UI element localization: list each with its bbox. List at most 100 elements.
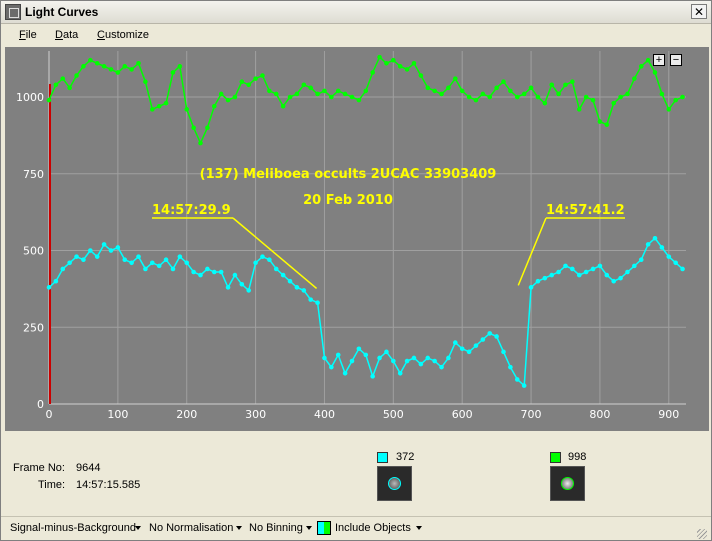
data-point: [542, 100, 548, 106]
data-point: [143, 266, 148, 272]
data-point: [563, 263, 568, 269]
data-point: [370, 374, 375, 379]
data-point: [439, 364, 444, 370]
normalisation-dropdown[interactable]: No Normalisation: [149, 522, 233, 534]
data-point: [294, 285, 300, 290]
data-point: [514, 377, 520, 382]
data-point: [377, 54, 382, 60]
data-point: [570, 79, 575, 84]
title-bar[interactable]: Light Curves ✕: [1, 1, 711, 24]
data-point: [232, 94, 238, 100]
data-point: [411, 60, 417, 66]
data-point: [46, 285, 52, 290]
annotation-date: 20 Feb 2010: [303, 193, 393, 208]
zoom-in-button[interactable]: +: [653, 54, 665, 66]
data-point: [267, 257, 272, 263]
data-point: [432, 88, 437, 94]
data-point: [136, 254, 141, 259]
data-point: [88, 248, 93, 253]
data-point: [604, 272, 610, 278]
data-point: [590, 266, 596, 272]
object-2-color-swatch[interactable]: [550, 452, 561, 463]
data-point: [342, 91, 348, 97]
data-point: [673, 260, 678, 266]
chevron-down-icon[interactable]: [306, 526, 312, 530]
data-point: [487, 94, 493, 100]
x-tick-label: 700: [521, 408, 542, 421]
data-point: [246, 82, 252, 88]
annotation-leader-1: [232, 217, 318, 289]
data-point: [638, 64, 644, 69]
data-point: [666, 254, 672, 259]
data-point: [549, 272, 555, 278]
data-point: [501, 349, 506, 355]
chevron-down-icon[interactable]: [135, 526, 141, 530]
data-point: [184, 107, 190, 112]
data-point: [149, 260, 155, 266]
data-point: [81, 257, 86, 263]
data-point: [163, 257, 169, 263]
data-point: [163, 100, 169, 106]
x-tick-label: 0: [46, 408, 53, 421]
binning-dropdown[interactable]: No Binning: [249, 522, 303, 534]
data-point: [453, 340, 458, 345]
annotation-leader-2: [517, 217, 547, 286]
data-point: [184, 260, 190, 266]
data-point: [680, 266, 685, 272]
include-objects-icon[interactable]: [317, 521, 331, 535]
resize-grip-icon[interactable]: [697, 529, 707, 539]
zoom-out-button[interactable]: −: [670, 54, 682, 66]
object-2-thumbnail[interactable]: [550, 466, 585, 501]
data-point: [205, 266, 210, 272]
data-point: [46, 97, 52, 103]
menu-data[interactable]: Data: [55, 29, 78, 41]
data-point: [115, 70, 121, 75]
data-point: [508, 364, 513, 370]
data-point: [659, 91, 665, 97]
data-point: [487, 331, 493, 336]
object-1-color-swatch[interactable]: [377, 452, 388, 463]
data-point: [253, 76, 258, 81]
data-point: [370, 70, 375, 75]
chevron-down-icon[interactable]: [416, 526, 422, 530]
data-point: [425, 85, 431, 91]
data-point: [576, 107, 582, 112]
data-point: [74, 73, 79, 78]
data-point: [60, 76, 66, 81]
menu-file[interactable]: File: [19, 29, 37, 41]
annotation-time-2: 14:57:41.2: [546, 203, 625, 218]
y-tick-label: 500: [23, 245, 44, 258]
signal-mode-dropdown[interactable]: Signal-minus-Background: [10, 522, 136, 534]
data-point: [239, 281, 245, 287]
bottom-toolbar: Signal-minus-Background No Normalisation…: [1, 516, 711, 541]
data-point: [645, 57, 651, 63]
data-point: [618, 275, 623, 281]
light-curve-plot[interactable]: 0 100 200 300 400 500 600 700 800 900 0 250 500 750 10…: [5, 47, 709, 431]
data-point: [466, 349, 472, 355]
data-point: [432, 358, 437, 364]
data-point: [418, 361, 424, 367]
data-point: [81, 64, 86, 69]
data-point: [549, 82, 555, 88]
object-1-thumbnail[interactable]: [377, 466, 412, 501]
data-point: [397, 64, 403, 69]
data-point: [260, 73, 265, 78]
data-point: [287, 94, 293, 100]
data-point: [411, 355, 417, 361]
data-point: [329, 364, 334, 370]
menu-customize[interactable]: Customize: [97, 29, 149, 41]
data-point: [101, 64, 107, 69]
data-point: [67, 260, 72, 266]
data-point: [535, 94, 541, 100]
data-point: [322, 88, 327, 94]
include-objects-dropdown[interactable]: Include Objects: [335, 522, 411, 534]
x-tick-label: 200: [176, 408, 197, 421]
chevron-down-icon[interactable]: [236, 526, 242, 530]
data-point: [136, 60, 141, 66]
data-point: [301, 82, 307, 88]
data-point: [391, 57, 396, 63]
close-button[interactable]: ✕: [691, 4, 707, 19]
data-point: [356, 97, 362, 103]
data-point: [260, 254, 265, 259]
data-point: [143, 79, 148, 84]
